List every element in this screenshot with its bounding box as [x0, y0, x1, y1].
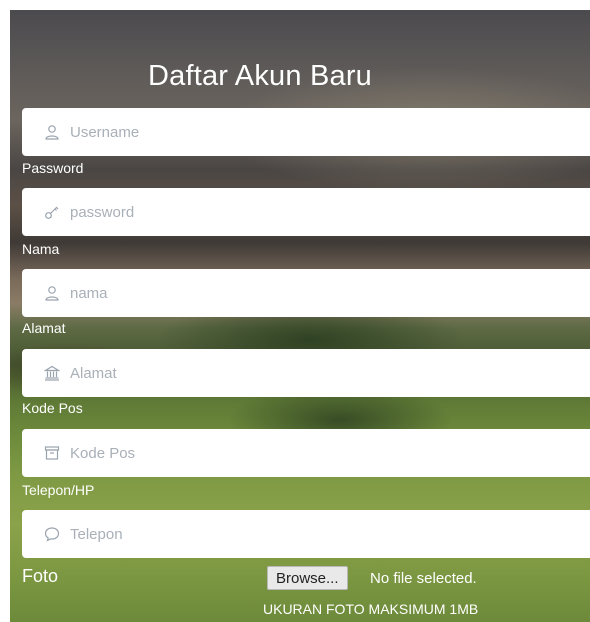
nama-input[interactable] [70, 284, 550, 302]
bank-icon [44, 365, 60, 381]
telepon-label: Telepon/HP [22, 482, 95, 498]
alamat-input[interactable] [70, 364, 550, 382]
telepon-field-wrapper[interactable] [22, 510, 590, 558]
key-icon [44, 204, 60, 220]
user-icon [44, 124, 60, 140]
browse-button[interactable]: Browse... [267, 566, 348, 590]
kode-pos-field-wrapper[interactable] [22, 429, 590, 477]
nama-label: Nama [22, 241, 60, 257]
user-icon [44, 285, 60, 301]
foto-label: Foto [22, 566, 59, 586]
alamat-label: Alamat [22, 320, 66, 336]
password-field-wrapper[interactable] [22, 188, 590, 236]
kode-pos-input[interactable] [70, 444, 550, 462]
username-field-wrapper[interactable] [22, 108, 590, 156]
registration-page: Daftar Akun Baru Password Nama [10, 10, 590, 622]
username-input[interactable] [70, 123, 550, 141]
archive-icon [44, 445, 60, 461]
password-input[interactable] [70, 203, 550, 221]
file-status-text: No file selected. [370, 570, 477, 587]
page-title: Daftar Akun Baru [147, 60, 373, 92]
nama-field-wrapper[interactable] [22, 269, 590, 317]
kode-pos-label: Kode Pos [22, 400, 83, 416]
password-label: Password [22, 160, 84, 176]
telepon-input[interactable] [70, 525, 550, 543]
photo-size-note: UKURAN FOTO MAKSIMUM 1MB [263, 601, 479, 617]
chat-icon [44, 526, 60, 542]
alamat-field-wrapper[interactable] [22, 349, 590, 397]
